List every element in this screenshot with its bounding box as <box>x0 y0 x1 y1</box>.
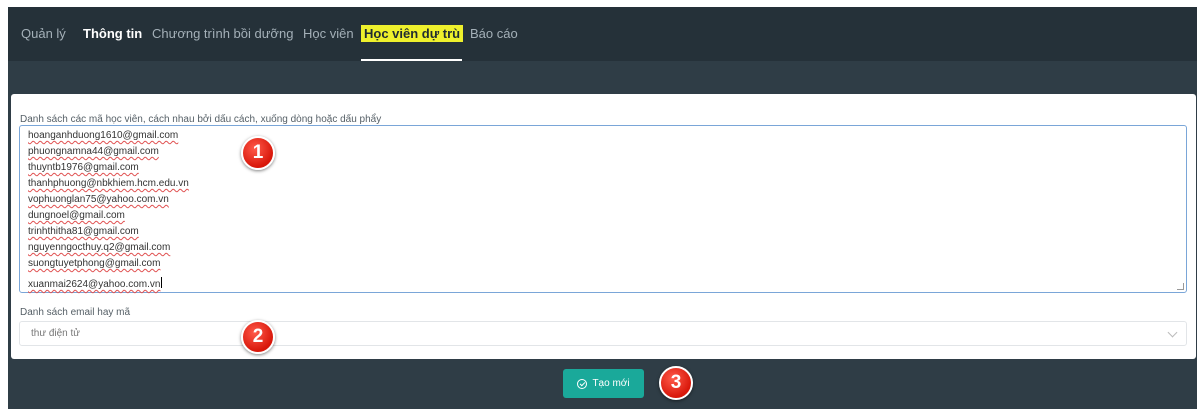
create-button[interactable]: Tạo mới <box>563 369 644 398</box>
code-line: xuanmai2624@yahoo.com.vn <box>28 279 161 290</box>
codes-textarea[interactable]: hoanganhduong1610@gmail.com phuongnamna4… <box>19 125 1187 293</box>
resize-handle[interactable] <box>1177 283 1184 290</box>
tab-thong-tin[interactable]: Thông tin <box>83 7 142 61</box>
type-select-value: thư điện tử <box>31 328 80 339</box>
tab-bao-cao[interactable]: Báo cáo <box>470 7 518 61</box>
step-1-marker: 1 <box>241 136 275 170</box>
code-line: dungnoel@gmail.com <box>28 210 125 221</box>
code-line: nguyenngocthuy.q2@gmail.com <box>28 242 171 253</box>
codes-label: Danh sách các mã học viên, cách nhau bởi… <box>20 114 382 125</box>
code-line: thuyntb1976@gmail.com <box>28 162 139 173</box>
code-line: suongtuyetphong@gmail.com <box>28 258 161 269</box>
tab-chuong-trinh-boi-duong[interactable]: Chương trình bồi dưỡng <box>152 7 293 61</box>
tab-quan-ly[interactable]: Quản lý <box>21 7 66 61</box>
app-window: Quản lý Thông tin Chương trình bồi dưỡng… <box>8 7 1197 409</box>
code-line: trinhthitha81@gmail.com <box>28 226 139 237</box>
step-2-marker: 2 <box>241 320 275 354</box>
chevron-down-icon <box>1167 327 1178 338</box>
code-line: thanhphuong@nbkhiem.hcm.edu.vn <box>28 178 189 189</box>
create-button-label: Tạo mới <box>592 378 630 389</box>
type-label: Danh sách email hay mã <box>20 307 131 318</box>
tab-hoc-vien-du-tru[interactable]: Học viên dự trù <box>361 7 464 61</box>
type-select[interactable]: thư điện tử <box>19 321 1187 346</box>
top-nav: Quản lý Thông tin Chương trình bồi dưỡng… <box>8 7 1197 61</box>
step-3-marker: 3 <box>659 366 693 400</box>
code-line-last: xuanmai2624@yahoo.com.vn <box>28 274 163 292</box>
text-caret <box>161 277 163 289</box>
form-card: Danh sách các mã học viên, cách nhau bởi… <box>11 94 1196 359</box>
check-circle-icon <box>577 378 588 389</box>
code-line: phuongnamna44@gmail.com <box>28 146 159 157</box>
code-line: hoanganhduong1610@gmail.com <box>28 130 179 141</box>
code-line: vophuonglan75@yahoo.com.vn <box>28 194 169 205</box>
tab-hoc-vien[interactable]: Học viên <box>303 7 354 61</box>
